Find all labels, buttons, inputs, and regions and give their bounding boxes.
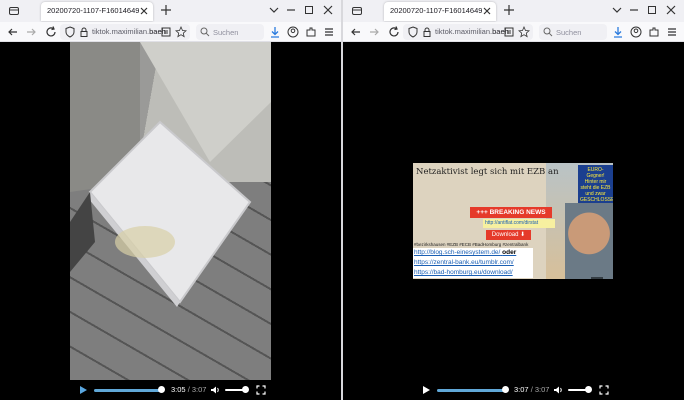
- close-window-icon[interactable]: [665, 4, 677, 16]
- page-info-icon[interactable]: [503, 26, 515, 38]
- play-icon[interactable]: [421, 385, 431, 395]
- tab-title: 20200720-1107-F1601464911321141: [390, 6, 482, 15]
- download-icon[interactable]: [268, 25, 282, 39]
- fullscreen-icon[interactable]: [256, 385, 266, 395]
- close-icon[interactable]: [482, 6, 492, 16]
- minimize-icon[interactable]: [628, 4, 640, 16]
- lock-icon[interactable]: [78, 26, 90, 38]
- extensions-icon[interactable]: [304, 25, 318, 39]
- tab-bar: 20200720-1107-F1601464911321141: [343, 0, 684, 22]
- nav-bar: tiktok.maximilian.baeh Suchen: [343, 22, 684, 42]
- search-placeholder: Suchen: [556, 28, 582, 37]
- close-icon[interactable]: [139, 6, 149, 16]
- reload-icon[interactable]: [44, 25, 58, 39]
- chevron-down-icon[interactable]: [611, 4, 623, 16]
- minimize-icon[interactable]: [285, 4, 297, 16]
- time-display: 3:07 / 3:07: [514, 385, 550, 394]
- forward-arrow-icon[interactable]: [24, 25, 38, 39]
- video-controls: 3:05 / 3:07: [72, 381, 271, 399]
- plus-icon[interactable]: [503, 4, 515, 16]
- back-arrow-icon[interactable]: [349, 25, 363, 39]
- link-list: http://blog.sch-einesystem.de/ oder http…: [413, 248, 533, 278]
- bookmark-star-icon[interactable]: [518, 26, 530, 38]
- search-bar[interactable]: Suchen: [539, 24, 607, 40]
- volume-icon[interactable]: [553, 385, 563, 395]
- url-bar[interactable]: tiktok.maximilian.baeh: [60, 24, 190, 40]
- volume-icon[interactable]: [210, 385, 220, 395]
- menu-icon[interactable]: [322, 25, 336, 39]
- download-banner: Download ⬇: [486, 230, 531, 240]
- tablist-icon[interactable]: [351, 5, 363, 17]
- maximize-icon[interactable]: [303, 4, 315, 16]
- link-2: https://zentral-bank.eu/tumblr.com/: [413, 258, 533, 268]
- presenter-avatar: [565, 203, 613, 279]
- volume-knob[interactable]: [585, 386, 592, 393]
- volume-knob[interactable]: [242, 386, 249, 393]
- lock-icon[interactable]: [421, 26, 433, 38]
- chevron-down-icon[interactable]: [268, 4, 280, 16]
- headline: Netzaktivist legt sich mit EZB an: [416, 167, 559, 177]
- link-3: https://bad-homburg.eu/download/: [413, 268, 533, 278]
- maximize-icon[interactable]: [646, 4, 658, 16]
- nav-bar: tiktok.maximilian.baeh Suchen: [0, 22, 341, 42]
- seek-knob[interactable]: [158, 386, 165, 393]
- search-icon: [543, 27, 553, 37]
- url-text: tiktok.maximilian.baeh: [435, 27, 509, 36]
- video-controls: 3:07 / 3:07: [413, 381, 613, 399]
- shield-icon[interactable]: [64, 26, 76, 38]
- download-icon[interactable]: [611, 25, 625, 39]
- close-window-icon[interactable]: [322, 4, 334, 16]
- video-frame[interactable]: [70, 42, 271, 380]
- bookmark-star-icon[interactable]: [175, 26, 187, 38]
- search-bar[interactable]: Suchen: [196, 24, 264, 40]
- seek-bar[interactable]: [94, 389, 162, 392]
- pip-toggle-icon[interactable]: [590, 276, 604, 279]
- account-icon[interactable]: [629, 25, 643, 39]
- tablist-icon[interactable]: [8, 5, 20, 17]
- plus-icon[interactable]: [160, 4, 172, 16]
- time-display: 3:05 / 3:07: [171, 385, 207, 394]
- extensions-icon[interactable]: [647, 25, 661, 39]
- breaking-news-banner: +++ BREAKING NEWS +++: [470, 207, 552, 227]
- breaking-url: http://antiflat.com/dirstat: [483, 219, 555, 228]
- hashtags: #bezirkshausen #EZB #ECB #BadHomburg #ze…: [414, 242, 529, 247]
- video-frame[interactable]: Netzaktivist legt sich mit EZB an EURO-G…: [413, 163, 613, 279]
- forward-arrow-icon[interactable]: [367, 25, 381, 39]
- tab-video[interactable]: 20200720-1107-F1601464911321141: [384, 2, 496, 21]
- play-icon[interactable]: [78, 385, 88, 395]
- search-placeholder: Suchen: [213, 28, 239, 37]
- url-bar[interactable]: tiktok.maximilian.baeh: [403, 24, 533, 40]
- link-1: http://blog.sch-einesystem.de/ oder: [413, 248, 533, 258]
- search-icon: [200, 27, 210, 37]
- menu-icon[interactable]: [665, 25, 679, 39]
- url-text: tiktok.maximilian.baeh: [92, 27, 166, 36]
- back-arrow-icon[interactable]: [6, 25, 20, 39]
- account-icon[interactable]: [286, 25, 300, 39]
- tab-bar: 20200720-1107-F1601464911321141: [0, 0, 341, 22]
- seek-knob[interactable]: [502, 386, 509, 393]
- page-info-icon[interactable]: [160, 26, 172, 38]
- seek-bar[interactable]: [437, 389, 507, 392]
- reload-icon[interactable]: [387, 25, 401, 39]
- shield-icon[interactable]: [407, 26, 419, 38]
- mattress-illustration: [70, 42, 271, 307]
- tab-title: 20200720-1107-F1601464911321141: [47, 6, 139, 15]
- tab-video[interactable]: 20200720-1107-F1601464911321141: [41, 2, 153, 21]
- fullscreen-icon[interactable]: [599, 385, 609, 395]
- browser-window-left: 20200720-1107-F1601464911321141 tiktok.m…: [0, 0, 341, 400]
